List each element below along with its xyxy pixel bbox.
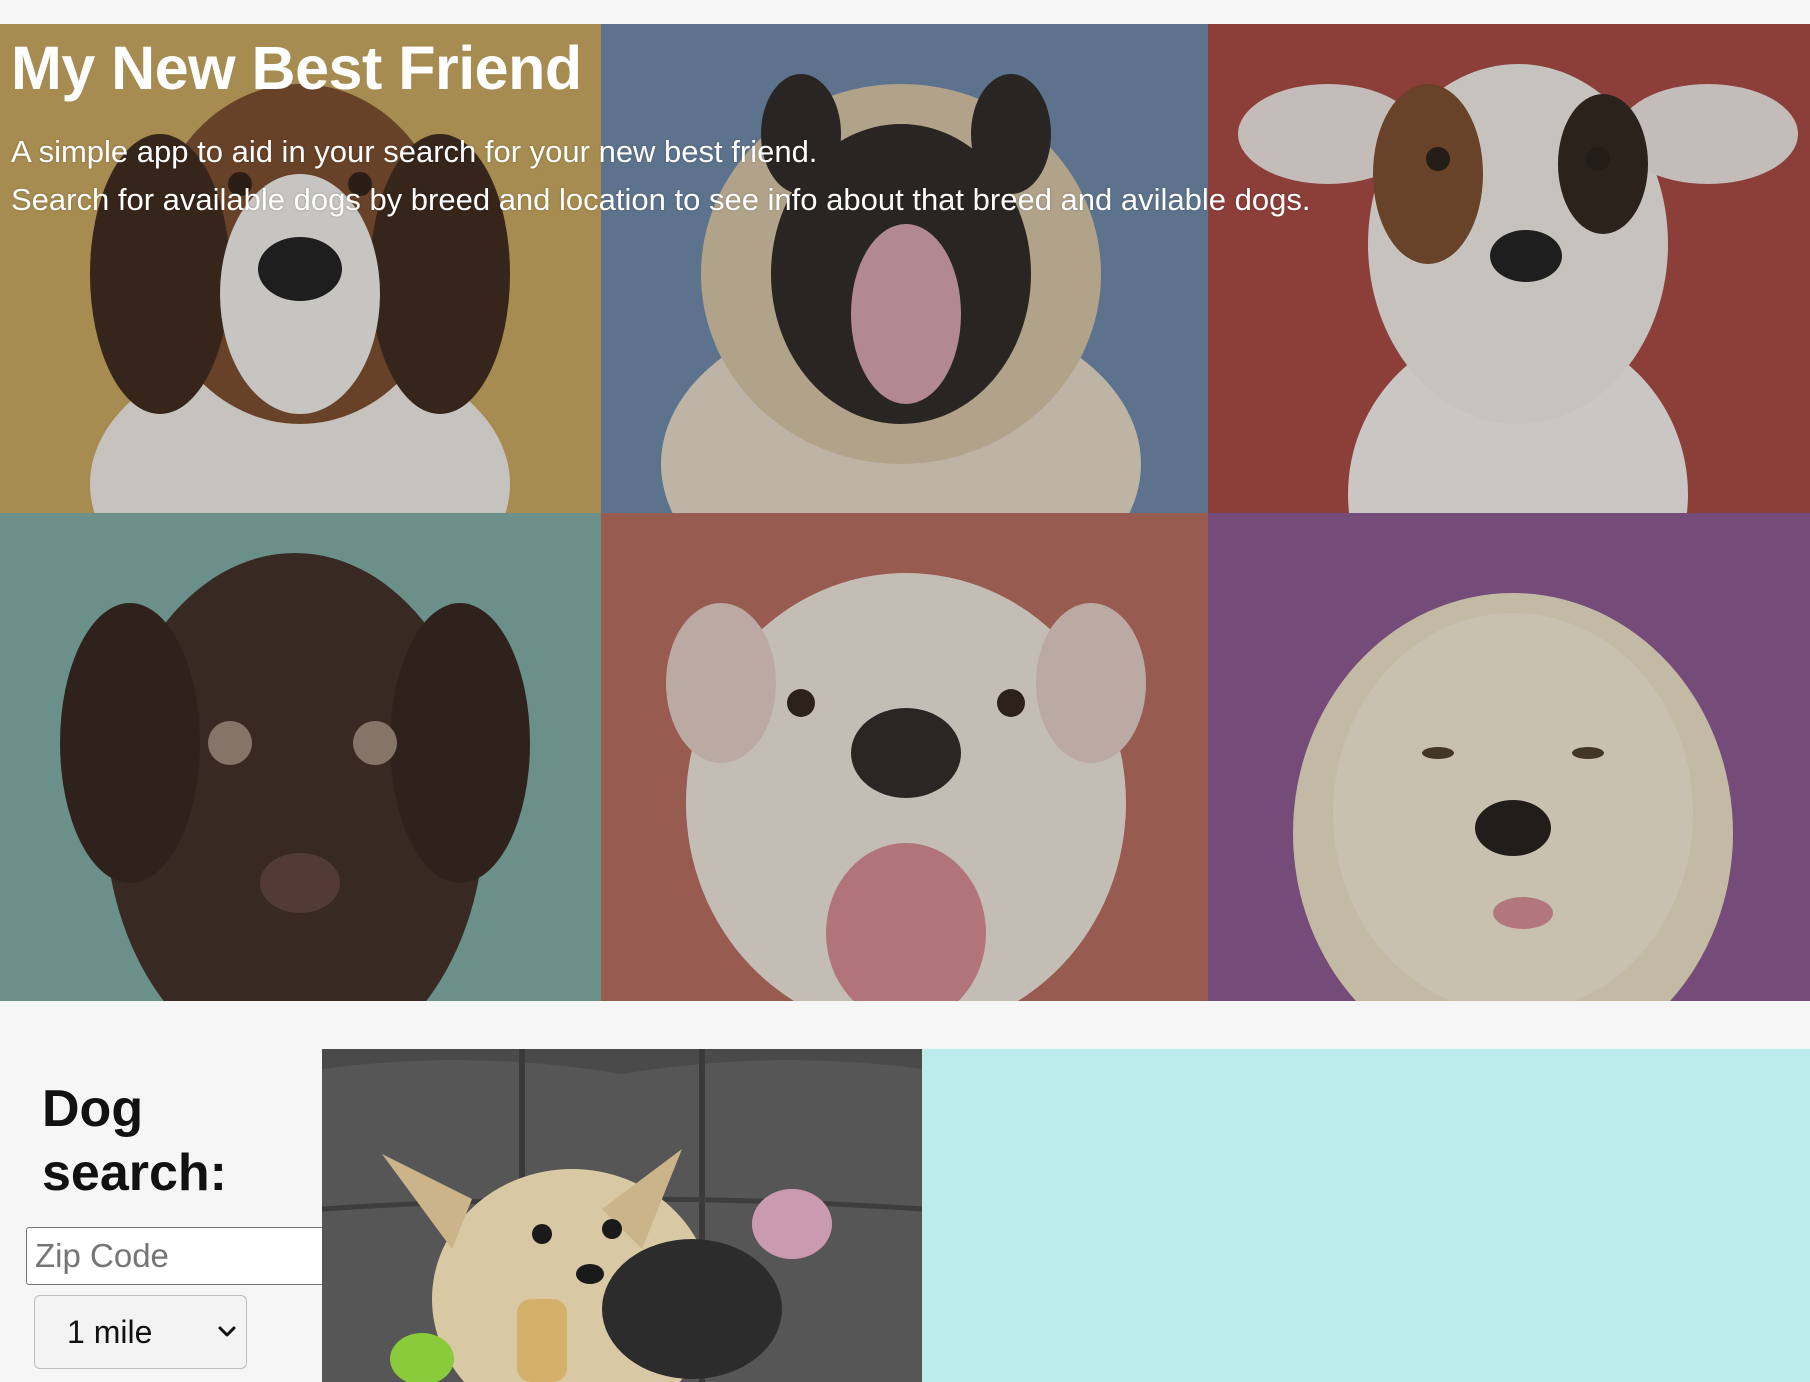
radius-select[interactable]: 1 mile — [34, 1295, 247, 1369]
yorkie-photo — [322, 1049, 922, 1382]
search-heading-text: Dog search: — [42, 1080, 227, 1202]
hero-text-block: My New Best Friend A simple app to aid i… — [11, 24, 1310, 224]
dog-search-form: Dog search: 1 mile — [0, 1001, 346, 1382]
radius-selected-value: 1 mile — [67, 1313, 153, 1350]
app-description-line-2: Search for available dogs by breed and l… — [11, 182, 1311, 217]
breed-info-panel — [922, 1049, 1810, 1382]
bulldog-photo — [601, 513, 1208, 1001]
chevron-down-icon — [218, 1326, 236, 1337]
app-title: My New Best Friend — [11, 34, 582, 102]
app-description-line-1: A simple app to aid in your search for y… — [11, 134, 818, 169]
search-heading: Dog search: — [42, 1077, 242, 1205]
labrador-puppy-photo — [0, 513, 601, 1001]
zip-code-input[interactable] — [26, 1227, 346, 1285]
main-content: Dog search: 1 mile — [0, 1001, 1810, 1382]
hero-banner: My New Best Friend A simple app to aid i… — [0, 24, 1810, 1001]
golden-puppy-photo — [1208, 513, 1810, 1001]
app-description: A simple app to aid in your search for y… — [11, 128, 1310, 224]
